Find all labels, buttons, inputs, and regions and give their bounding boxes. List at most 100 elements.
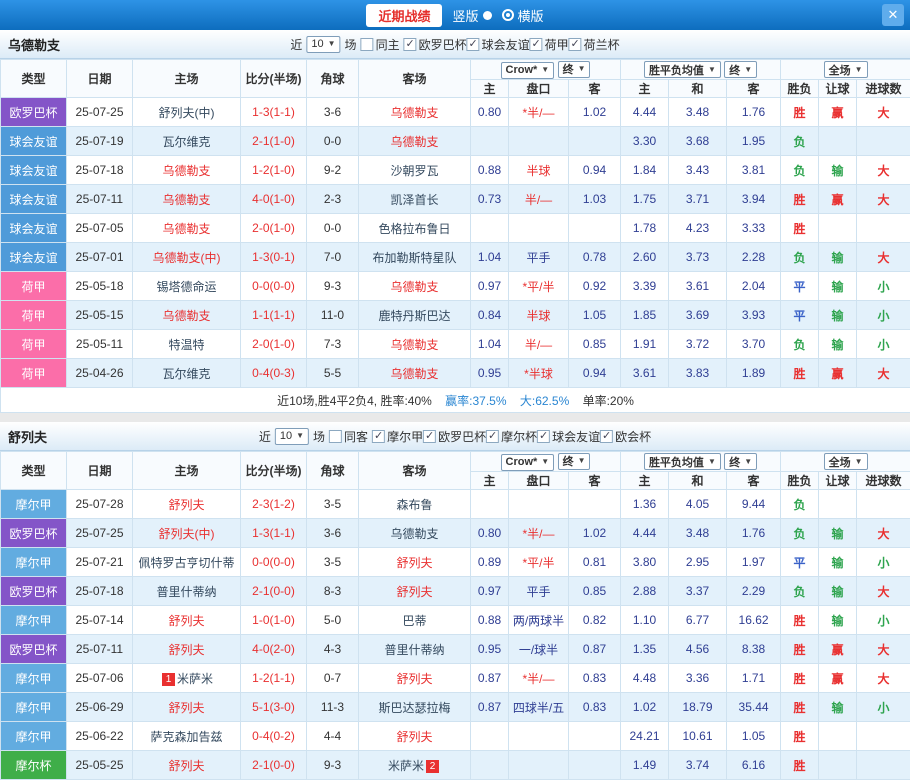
avg-away-cell: 9.44 [727, 490, 781, 519]
home-team-cell: 舒列夫 [133, 635, 241, 664]
handicap-cell: 半/— [509, 185, 569, 214]
league-checkbox-checked[interactable]: ✓ [423, 430, 436, 443]
result-cell: 胜 [781, 214, 819, 243]
home-team-cell: 佩特罗古亨切什蒂 [133, 548, 241, 577]
goals-cell: 大 [857, 635, 910, 664]
fullmatch-select[interactable]: 全场 ▼ [824, 61, 868, 78]
avg-home-cell: 4.48 [621, 664, 669, 693]
date-cell: 25-05-18 [67, 272, 133, 301]
vertical-layout-radio[interactable]: 竖版 [452, 6, 491, 25]
odds-home-cell: 0.84 [471, 301, 509, 330]
goals-cell [857, 722, 910, 751]
avg-away-cell: 35.44 [727, 693, 781, 722]
league-cell: 球会友谊 [1, 127, 67, 156]
league-checkbox-checked[interactable]: ✓ [530, 38, 543, 51]
avg-draw-cell: 3.74 [669, 751, 727, 780]
league-checkbox-checked[interactable]: ✓ [372, 430, 385, 443]
result-cell: 负 [781, 490, 819, 519]
horizontal-layout-radio[interactable]: 横版 [502, 6, 544, 25]
league-checkbox-checked[interactable]: ✓ [467, 38, 480, 51]
goals-cell: 大 [857, 98, 910, 127]
date-cell: 25-07-05 [67, 214, 133, 243]
league-filter-item[interactable]: ✓球会友谊 [467, 36, 530, 53]
same-venue-checkbox[interactable] [361, 38, 374, 51]
league-label: 荷兰杯 [584, 36, 620, 53]
avg-away-cell: 1.76 [727, 98, 781, 127]
league-checkbox-checked[interactable]: ✓ [537, 430, 550, 443]
final-avg-select[interactable]: 终 ▼ [724, 453, 757, 470]
league-filter-item[interactable]: ✓欧罗巴杯 [423, 428, 486, 445]
close-button[interactable]: ✕ [882, 4, 904, 26]
away-team-cell: 鹿特丹斯巴达 [359, 301, 471, 330]
league-filter-item[interactable]: ✓荷甲 [530, 36, 569, 53]
league-filter-item[interactable]: ✓摩尔甲 [372, 428, 423, 445]
away-team-cell: 乌德勒支 [359, 127, 471, 156]
odds-home-cell: 0.97 [471, 577, 509, 606]
fullmatch-select[interactable]: 全场 ▼ [824, 453, 868, 470]
odds-home-cell: 0.73 [471, 185, 509, 214]
goals-cell: 大 [857, 577, 910, 606]
match-count-select[interactable]: 10 ▼ [275, 428, 309, 445]
handicap-cell [509, 490, 569, 519]
col-let-goal: 让球 [819, 472, 857, 490]
score-cell: 1-3(1-1) [241, 98, 307, 127]
league-filter-item[interactable]: ✓欧罗巴杯 [404, 36, 467, 53]
avg-draw-cell: 3.83 [669, 359, 727, 388]
league-cell: 球会友谊 [1, 243, 67, 272]
rank-badge: 1 [162, 673, 175, 686]
league-label: 球会友谊 [552, 428, 600, 445]
same-venue-filter[interactable]: 同主 [361, 36, 400, 53]
match-count-select[interactable]: 10 ▼ [306, 36, 340, 53]
avg-draw-cell: 10.61 [669, 722, 727, 751]
league-checkbox-checked[interactable]: ✓ [569, 38, 582, 51]
result-cell: 负 [781, 127, 819, 156]
league-filter-group: ✓欧罗巴杯✓球会友谊✓荷甲✓荷兰杯 [404, 36, 620, 53]
league-checkbox-checked[interactable]: ✓ [404, 38, 417, 51]
handicap-result-cell: 输 [819, 156, 857, 185]
same-venue-checkbox[interactable] [329, 430, 342, 443]
handicap-cell: 半球 [509, 301, 569, 330]
league-filter-item[interactable]: ✓欧会杯 [600, 428, 651, 445]
result-cell: 胜 [781, 664, 819, 693]
final-odds-select[interactable]: 终 ▼ [558, 61, 591, 78]
date-cell: 25-04-26 [67, 359, 133, 388]
home-team-cell: 舒列夫 [133, 606, 241, 635]
league-filter-item[interactable]: ✓球会友谊 [537, 428, 600, 445]
result-cell: 胜 [781, 635, 819, 664]
final-odds-select[interactable]: 终 ▼ [558, 453, 591, 470]
avg-away-cell: 2.28 [727, 243, 781, 272]
handicap-result-cell: 输 [819, 519, 857, 548]
goals-cell: 大 [857, 664, 910, 693]
score-cell: 2-3(1-2) [241, 490, 307, 519]
date-cell: 25-07-19 [67, 127, 133, 156]
league-checkbox-checked[interactable]: ✓ [600, 430, 613, 443]
dropdown-arrow-icon: ▼ [541, 458, 549, 466]
away-team-cell: 乌德勒支 [359, 272, 471, 301]
league-filter-item[interactable]: ✓摩尔杯 [486, 428, 537, 445]
league-filter-item[interactable]: ✓荷兰杯 [569, 36, 620, 53]
match-row: 摩尔甲25-06-22萨克森加告兹0-4(0-2)4-4舒列夫24.2110.6… [1, 722, 910, 751]
same-venue-filter[interactable]: 同客 [329, 428, 368, 445]
bookmaker-select[interactable]: Crow* ▼ [501, 62, 555, 79]
league-cell: 摩尔甲 [1, 606, 67, 635]
same-venue-label: 同客 [344, 428, 368, 445]
score-cell: 1-3(1-1) [241, 519, 307, 548]
home-team-cell: 瓦尔维克 [133, 359, 241, 388]
match-row: 荷甲25-05-15乌德勒支1-1(1-1)11-0鹿特丹斯巴达0.84半球1.… [1, 301, 910, 330]
odds-group-header: Crow* ▼ 终 ▼ [471, 452, 621, 472]
score-cell: 4-0(2-0) [241, 635, 307, 664]
league-label: 荷甲 [545, 36, 569, 53]
bookmaker-select[interactable]: Crow* ▼ [501, 454, 555, 471]
avg-select[interactable]: 胜平负均值 ▼ [644, 61, 721, 78]
section-divider [0, 413, 910, 422]
final-avg-select[interactable]: 终 ▼ [724, 61, 757, 78]
corners-cell: 9-2 [307, 156, 359, 185]
summary-win-rate: 赢率:37.5% [445, 394, 506, 408]
league-checkbox-checked[interactable]: ✓ [486, 430, 499, 443]
home-team-cell: 舒列夫 [133, 751, 241, 780]
col-handicap: 盘口 [509, 80, 569, 98]
result-cell: 负 [781, 577, 819, 606]
match-row: 球会友谊25-07-18乌德勒支1-2(1-0)9-2沙朝罗瓦0.88半球0.9… [1, 156, 910, 185]
col-home: 主场 [133, 452, 241, 490]
avg-select[interactable]: 胜平负均值 ▼ [644, 453, 721, 470]
